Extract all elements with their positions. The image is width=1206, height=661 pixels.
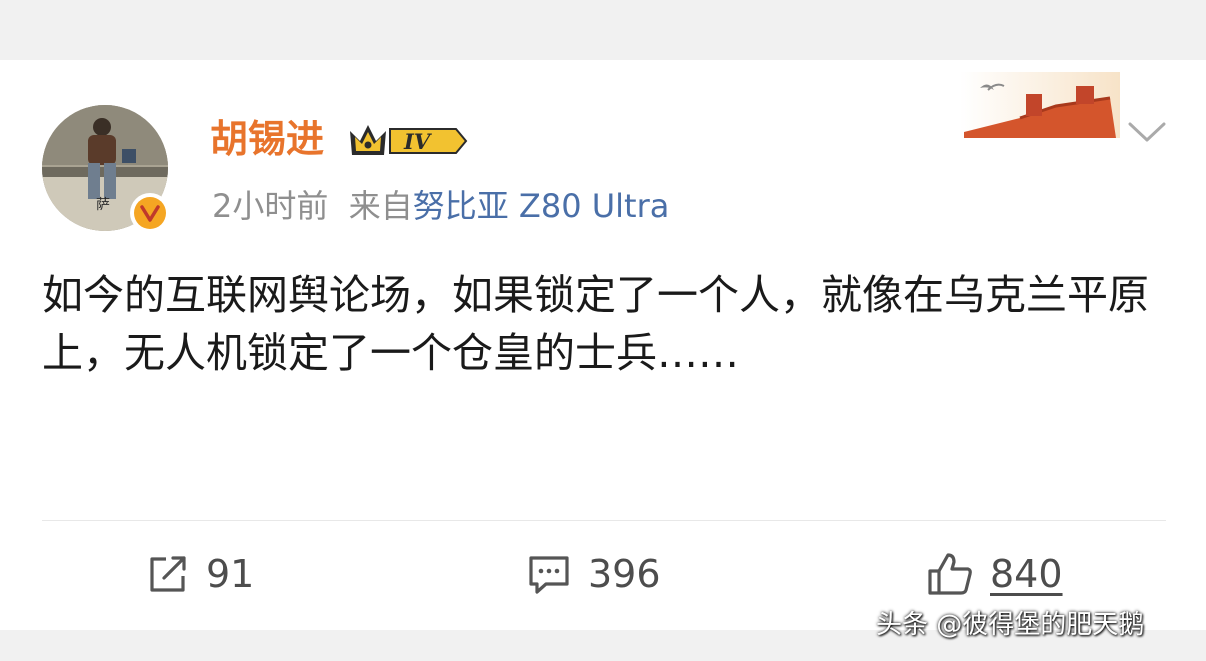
post-meta: 2小时前 来自努比亚 Z80 Ultra: [212, 184, 669, 228]
crown-icon: [350, 125, 386, 155]
great-wall-banner-icon: [960, 72, 1120, 138]
author-name[interactable]: 胡锡进: [210, 114, 324, 164]
vip-level-text: IV: [403, 129, 433, 154]
source-prefix: 来自: [348, 187, 413, 225]
avatar-caption: 萨: [96, 197, 110, 213]
watermark: 头条 @彼得堡的肥天鹅: [876, 610, 1145, 640]
like-count: 840: [990, 552, 1063, 596]
verified-v-icon: [140, 205, 160, 222]
verified-badge: [130, 193, 170, 233]
source-device[interactable]: 努比亚 Z80 Ultra: [413, 187, 670, 225]
post-text: 如今的互联网舆论场，如果锁定了一个人，就像在乌克兰平原上，无人机锁定了一个仓皇的…: [42, 271, 1149, 377]
top-separator: [0, 0, 1206, 60]
like-button[interactable]: 840: [926, 548, 1063, 600]
repost-icon: [150, 556, 186, 592]
comment-count: 396: [588, 552, 661, 596]
repost-button[interactable]: 91: [146, 548, 254, 600]
comment-button[interactable]: 396: [526, 548, 661, 600]
chevron-down-icon[interactable]: [1124, 118, 1170, 148]
repost-count: 91: [206, 552, 255, 596]
action-divider: [42, 520, 1166, 521]
vip-level-badge[interactable]: IV: [346, 119, 476, 163]
thumb-up-icon: [928, 553, 972, 595]
post-time: 2小时前: [212, 187, 329, 225]
comment-icon: [529, 556, 569, 594]
